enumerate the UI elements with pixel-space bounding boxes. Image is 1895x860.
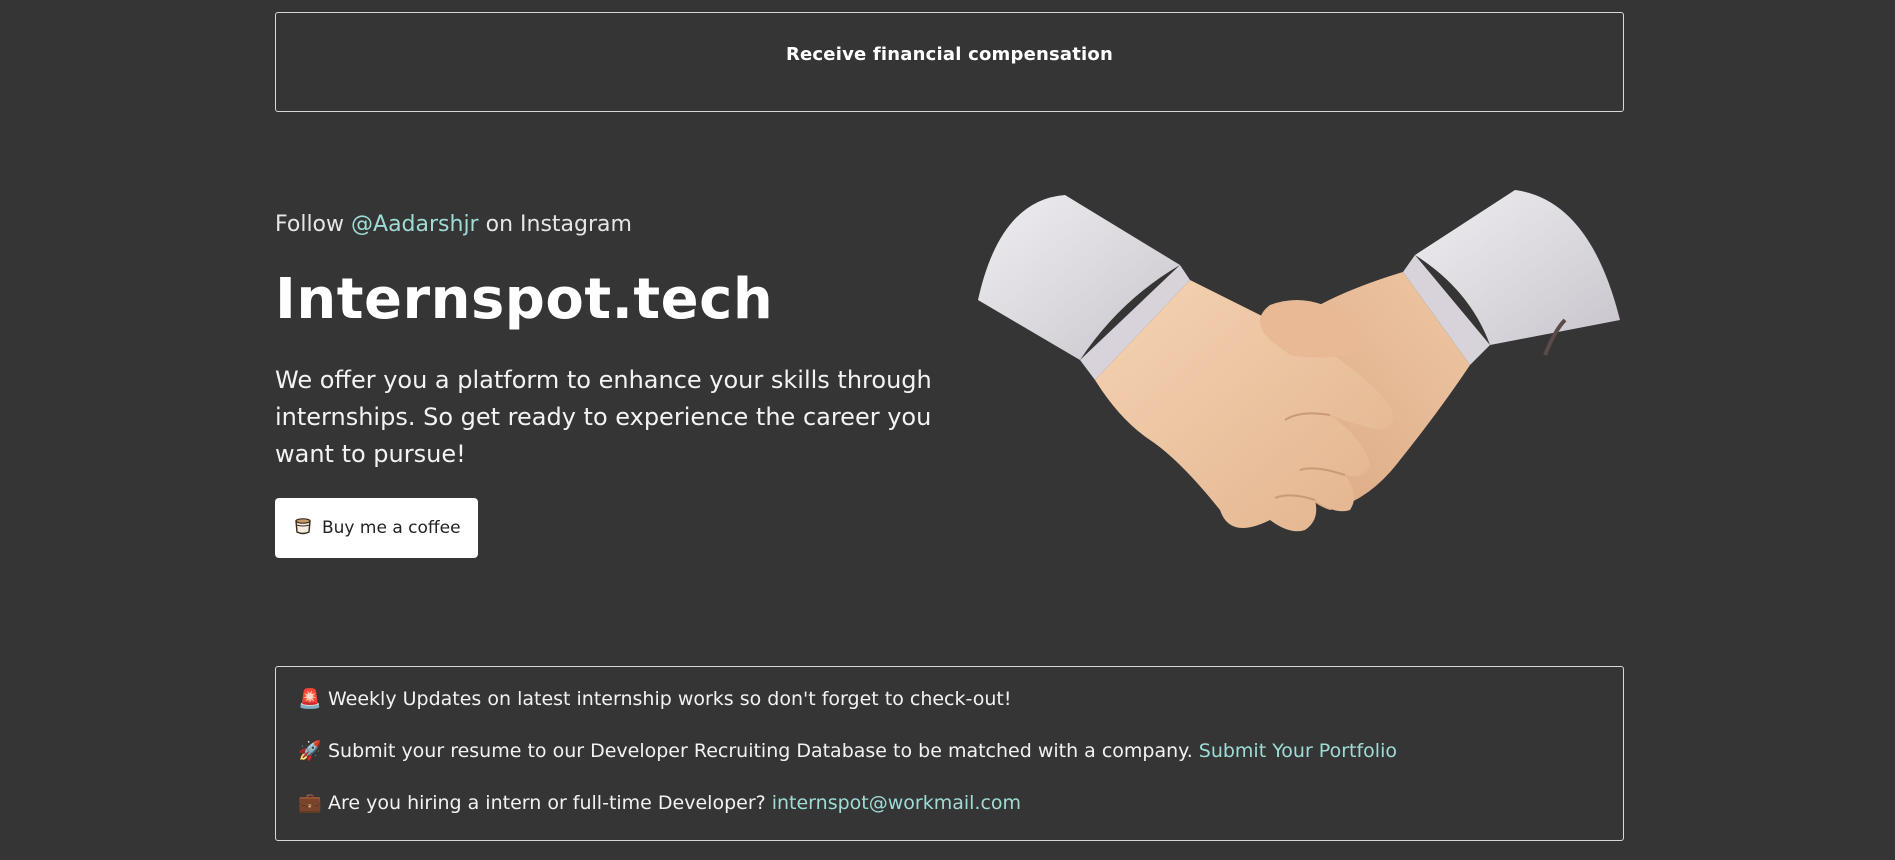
list-item: 🚀 Submit your resume to our Developer Re… [298,739,1601,763]
rocket-icon: 🚀 [298,740,322,762]
announcement-text: Weekly Updates on latest internship work… [328,688,1012,710]
follow-prefix: Follow [275,212,345,237]
instagram-follow-line: Follow @Aadarshjr on Instagram [275,210,935,240]
page-title: Internspot.tech [275,267,774,332]
submit-portfolio-link[interactable]: Submit Your Portfolio [1199,739,1397,763]
list-item: 🚨 Weekly Updates on latest internship wo… [298,687,1601,711]
coffee-button-label: Buy me a coffee [322,518,461,538]
email-link[interactable]: internspot@workmail.com [772,791,1021,815]
list-item: 💼 Are you hiring a intern or full-time D… [298,791,1601,815]
hero-tagline: We offer you a platform to enhance your … [275,366,932,468]
announcement-text: Submit your resume to our Developer Recr… [328,740,1193,762]
banner-text: Receive financial compensation [785,44,1114,65]
instagram-handle-link[interactable]: @Aadarshjr [351,212,479,237]
siren-icon: 🚨 [298,688,322,710]
announcements-box: 🚨 Weekly Updates on latest internship wo… [275,666,1624,841]
compensation-banner: Receive financial compensation [275,12,1624,112]
page: Receive financial compensation Follow @A… [0,0,1895,860]
briefcase-icon: 💼 [298,792,322,814]
handshake-illustration [970,180,1630,600]
coffee-cup-icon [292,515,314,542]
hero-section: Follow @Aadarshjr on Instagram Internspo… [275,200,935,558]
follow-suffix: on Instagram [485,212,632,237]
announcement-text: Are you hiring a intern or full-time Dev… [328,792,766,814]
buy-me-a-coffee-button[interactable]: Buy me a coffee [275,498,478,558]
